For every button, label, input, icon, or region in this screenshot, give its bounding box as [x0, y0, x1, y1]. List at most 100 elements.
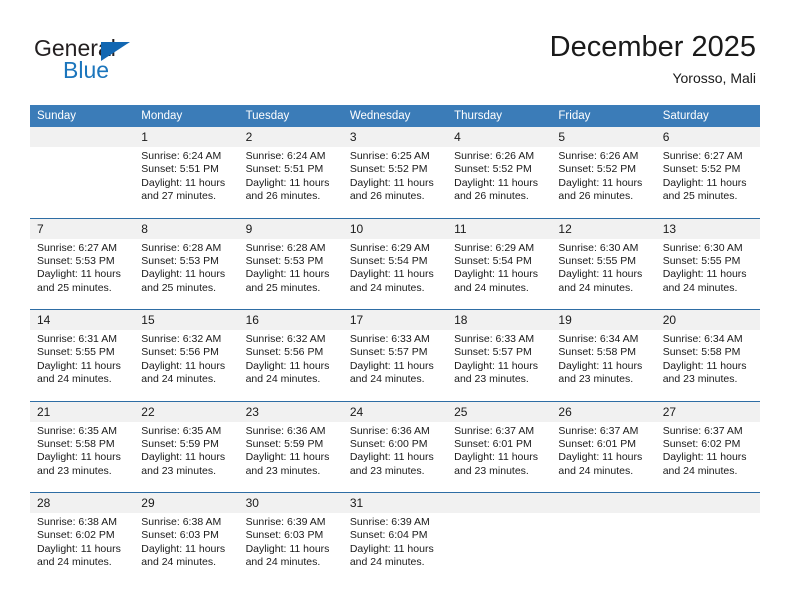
- sunrise-text: Sunrise: 6:35 AM: [141, 424, 222, 437]
- day-cell[interactable]: Sunrise: 6:24 AM Sunset: 5:51 PM Dayligh…: [238, 147, 343, 218]
- day-cell[interactable]: Sunrise: 6:33 AM Sunset: 5:57 PM Dayligh…: [342, 330, 448, 401]
- day-cell[interactable]: Sunrise: 6:37 AM Sunset: 6:02 PM Dayligh…: [655, 421, 760, 493]
- day-number[interactable]: 10: [342, 218, 448, 239]
- sunrise-text: Sunrise: 6:38 AM: [141, 516, 222, 528]
- general-blue-logo[interactable]: General Blue: [34, 36, 214, 86]
- day-number[interactable]: 22: [134, 401, 239, 422]
- day-cell[interactable]: Sunrise: 6:39 AM Sunset: 6:04 PM Dayligh…: [342, 513, 448, 584]
- day-cell[interactable]: Sunrise: 6:29 AM Sunset: 5:54 PM Dayligh…: [342, 238, 448, 310]
- day-cell[interactable]: Sunrise: 6:25 AM Sunset: 5:52 PM Dayligh…: [342, 147, 448, 218]
- weekday-header-monday: Monday: [134, 105, 239, 127]
- day-cell[interactable]: Sunrise: 6:30 AM Sunset: 5:55 PM Dayligh…: [551, 238, 656, 310]
- day-number[interactable]: 2: [238, 127, 343, 147]
- day-detail-row: Sunrise: 6:35 AM Sunset: 5:58 PM Dayligh…: [30, 421, 760, 493]
- day-cell[interactable]: Sunrise: 6:39 AM Sunset: 6:03 PM Dayligh…: [238, 513, 343, 584]
- day-cell[interactable]: Sunrise: 6:38 AM Sunset: 6:02 PM Dayligh…: [30, 513, 135, 584]
- day-cell[interactable]: Sunrise: 6:32 AM Sunset: 5:56 PM Dayligh…: [238, 330, 343, 401]
- daylight-text-line1: Daylight: 11 hours: [662, 176, 747, 189]
- day-number[interactable]: 26: [551, 401, 656, 422]
- day-cell[interactable]: Sunrise: 6:26 AM Sunset: 5:52 PM Dayligh…: [447, 147, 552, 218]
- logo-text-blue: Blue: [63, 57, 110, 83]
- day-cell[interactable]: Sunrise: 6:31 AM Sunset: 5:55 PM Dayligh…: [30, 330, 135, 401]
- daylight-text-line1: Daylight: 11 hours: [141, 542, 226, 555]
- day-cell[interactable]: Sunrise: 6:24 AM Sunset: 5:51 PM Dayligh…: [134, 147, 239, 218]
- daylight-text-line1: Daylight: 11 hours: [558, 451, 643, 464]
- sunrise-text: Sunrise: 6:27 AM: [37, 241, 117, 254]
- day-cell[interactable]: Sunrise: 6:29 AM Sunset: 5:54 PM Dayligh…: [447, 238, 552, 310]
- day-number[interactable]: 6: [655, 127, 760, 147]
- day-number[interactable]: 15: [134, 309, 239, 330]
- day-number[interactable]: 27: [655, 401, 760, 422]
- day-number[interactable]: 5: [551, 127, 656, 147]
- day-number[interactable]: 12: [551, 218, 656, 239]
- daylight-text-line1: Daylight: 11 hours: [662, 268, 747, 281]
- day-number[interactable]: 18: [447, 309, 552, 330]
- day-number[interactable]: 7: [30, 218, 135, 239]
- day-number[interactable]: 3: [342, 127, 448, 147]
- day-number[interactable]: 4: [447, 127, 552, 147]
- day-number[interactable]: [30, 127, 135, 147]
- calendar-week-row: 21 22 23 24 25 26 27 Sunrise: 6:35 AM Su…: [30, 401, 760, 493]
- day-cell[interactable]: Sunrise: 6:34 AM Sunset: 5:58 PM Dayligh…: [551, 330, 656, 401]
- day-number[interactable]: [447, 492, 552, 513]
- day-number[interactable]: [551, 492, 656, 513]
- day-number[interactable]: 24: [342, 401, 448, 422]
- day-number[interactable]: [655, 492, 760, 513]
- daylight-text-line2: and 25 minutes.: [141, 281, 216, 294]
- day-cell[interactable]: Sunrise: 6:28 AM Sunset: 5:53 PM Dayligh…: [238, 238, 343, 310]
- calendar-week-row: 7 8 9 10 11 12 13 Sunrise: 6:27 AM Sunse…: [30, 218, 760, 310]
- daylight-text-line1: Daylight: 11 hours: [349, 176, 434, 189]
- day-number[interactable]: 21: [30, 401, 135, 422]
- daylight-text-line1: Daylight: 11 hours: [349, 451, 434, 464]
- day-cell[interactable]: Sunrise: 6:27 AM Sunset: 5:53 PM Dayligh…: [30, 238, 135, 310]
- day-number[interactable]: 14: [30, 309, 135, 330]
- day-cell[interactable]: [447, 513, 552, 584]
- day-number[interactable]: 30: [238, 492, 343, 513]
- day-cell[interactable]: Sunrise: 6:36 AM Sunset: 5:59 PM Dayligh…: [238, 421, 343, 493]
- sunset-text: Sunset: 5:57 PM: [454, 346, 532, 359]
- day-cell[interactable]: [655, 513, 760, 584]
- daylight-text-line1: Daylight: 11 hours: [454, 176, 538, 189]
- day-cell[interactable]: Sunrise: 6:35 AM Sunset: 5:58 PM Dayligh…: [30, 421, 135, 493]
- day-number[interactable]: 29: [134, 492, 239, 513]
- day-cell[interactable]: Sunrise: 6:27 AM Sunset: 5:52 PM Dayligh…: [655, 147, 760, 218]
- daylight-text-line1: Daylight: 11 hours: [454, 268, 538, 281]
- day-cell[interactable]: Sunrise: 6:38 AM Sunset: 6:03 PM Dayligh…: [134, 513, 239, 584]
- day-cell[interactable]: Sunrise: 6:33 AM Sunset: 5:57 PM Dayligh…: [447, 330, 552, 401]
- day-number[interactable]: 9: [238, 218, 343, 239]
- day-cell[interactable]: [30, 147, 135, 218]
- day-number-band: 7 8 9 10 11 12 13: [30, 218, 760, 239]
- day-number[interactable]: 1: [134, 127, 239, 147]
- day-cell[interactable]: Sunrise: 6:26 AM Sunset: 5:52 PM Dayligh…: [551, 147, 656, 218]
- day-number[interactable]: 8: [134, 218, 239, 239]
- weekday-header-friday: Friday: [551, 105, 656, 127]
- day-number[interactable]: 31: [342, 492, 448, 513]
- day-cell[interactable]: Sunrise: 6:36 AM Sunset: 6:00 PM Dayligh…: [342, 421, 448, 493]
- daylight-text-line1: Daylight: 11 hours: [245, 542, 330, 555]
- sunrise-text: Sunrise: 6:26 AM: [558, 150, 639, 162]
- day-cell[interactable]: Sunrise: 6:35 AM Sunset: 5:59 PM Dayligh…: [134, 421, 239, 493]
- day-number[interactable]: 20: [655, 309, 760, 330]
- day-number[interactable]: 11: [447, 218, 552, 239]
- day-detail-row: Sunrise: 6:24 AM Sunset: 5:51 PM Dayligh…: [30, 147, 760, 218]
- day-cell[interactable]: Sunrise: 6:37 AM Sunset: 6:01 PM Dayligh…: [551, 421, 656, 493]
- day-cell[interactable]: [551, 513, 656, 584]
- sunrise-text: Sunrise: 6:30 AM: [662, 241, 743, 254]
- day-number[interactable]: 25: [447, 401, 552, 422]
- day-cell[interactable]: Sunrise: 6:37 AM Sunset: 6:01 PM Dayligh…: [447, 421, 552, 493]
- day-cell[interactable]: Sunrise: 6:34 AM Sunset: 5:58 PM Dayligh…: [655, 330, 760, 401]
- daylight-text-line1: Daylight: 11 hours: [349, 542, 434, 555]
- daylight-text-line2: and 23 minutes.: [454, 373, 529, 386]
- day-number[interactable]: 13: [655, 218, 760, 239]
- day-cell[interactable]: Sunrise: 6:28 AM Sunset: 5:53 PM Dayligh…: [134, 238, 239, 310]
- daylight-text-line1: Daylight: 11 hours: [37, 268, 121, 281]
- day-number[interactable]: 23: [238, 401, 343, 422]
- day-cell[interactable]: Sunrise: 6:30 AM Sunset: 5:55 PM Dayligh…: [655, 238, 760, 310]
- day-number[interactable]: 17: [342, 309, 448, 330]
- day-cell[interactable]: Sunrise: 6:32 AM Sunset: 5:56 PM Dayligh…: [134, 330, 239, 401]
- day-number[interactable]: 19: [551, 309, 656, 330]
- daylight-text-line2: and 23 minutes.: [245, 464, 321, 477]
- day-number[interactable]: 28: [30, 492, 135, 513]
- title-block: December 2025 Yorosso, Mali: [550, 30, 756, 86]
- day-number[interactable]: 16: [238, 309, 343, 330]
